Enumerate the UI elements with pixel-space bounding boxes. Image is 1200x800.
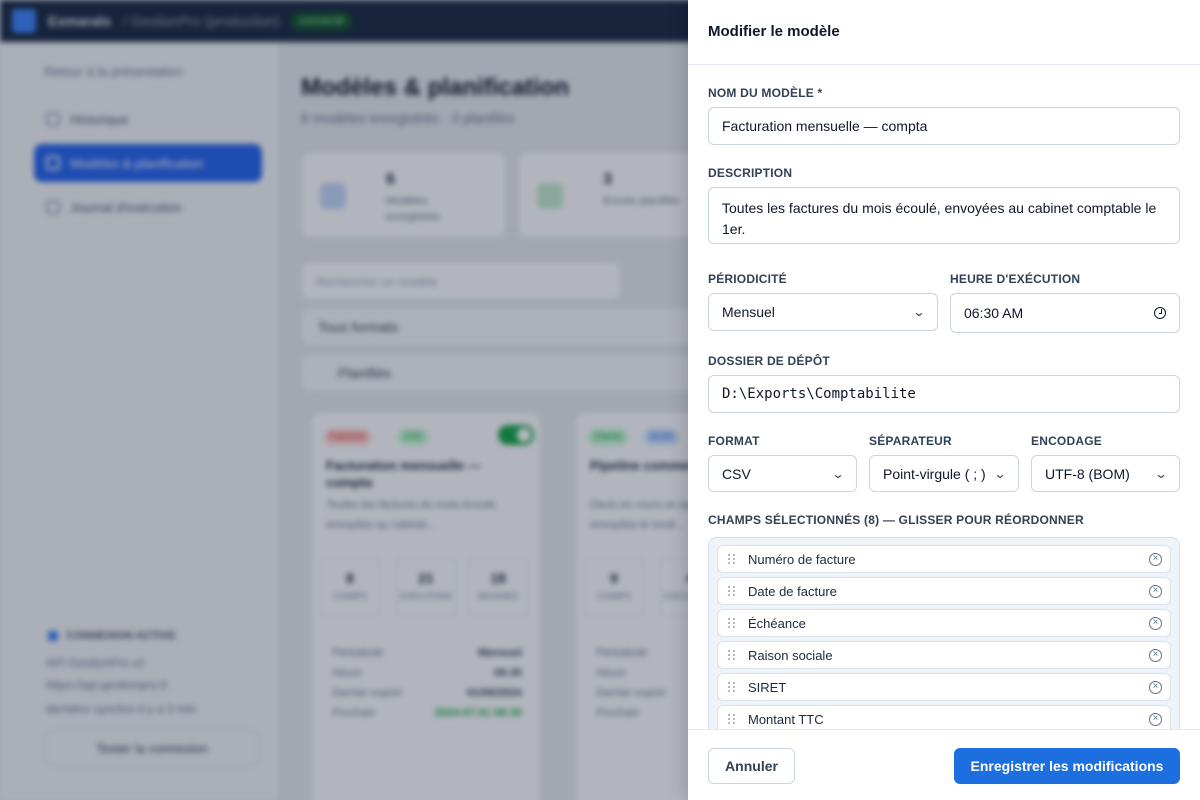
drag-handle-icon[interactable] bbox=[728, 650, 736, 661]
cancel-button[interactable]: Annuler bbox=[708, 748, 795, 784]
field-label: Échéance bbox=[748, 616, 806, 631]
time-value: 06:30 AM bbox=[964, 305, 1024, 321]
separator-select[interactable]: Point-virgule ( ; ) ⌄ bbox=[869, 455, 1019, 492]
list-item[interactable]: Montant TTC × bbox=[717, 705, 1171, 729]
folder-label: DOSSIER DE DÉPÔT bbox=[708, 354, 830, 368]
chevron-down-icon: ⌄ bbox=[1154, 466, 1168, 481]
field-label: Numéro de facture bbox=[748, 552, 856, 567]
selected-fields-list: Numéro de facture × Date de facture × Éc… bbox=[708, 537, 1180, 729]
clock-icon[interactable] bbox=[1154, 307, 1166, 319]
remove-icon[interactable]: × bbox=[1149, 553, 1162, 566]
list-item[interactable]: Échéance × bbox=[717, 609, 1171, 637]
chevron-down-icon: ⌄ bbox=[993, 466, 1007, 481]
name-label: NOM DU MODÈLE * bbox=[708, 86, 823, 100]
encoding-select[interactable]: UTF-8 (BOM) ⌄ bbox=[1031, 455, 1180, 492]
field-label: Montant TTC bbox=[748, 712, 824, 727]
format-value: CSV bbox=[722, 465, 751, 482]
drawer-title: Modifier le modèle bbox=[708, 23, 840, 40]
encoding-label: ENCODAGE bbox=[1031, 434, 1102, 448]
list-item[interactable]: Date de facture × bbox=[717, 577, 1171, 605]
list-item[interactable]: SIRET × bbox=[717, 673, 1171, 701]
periodicity-select[interactable]: Mensuel ⌄ bbox=[708, 293, 938, 331]
format-label: FORMAT bbox=[708, 434, 760, 448]
remove-icon[interactable]: × bbox=[1149, 649, 1162, 662]
drawer-header: Modifier le modèle bbox=[688, 0, 1200, 65]
drag-handle-icon[interactable] bbox=[728, 714, 736, 725]
field-label: Raison sociale bbox=[748, 648, 833, 663]
time-label: HEURE D'EXÉCUTION bbox=[950, 272, 1081, 286]
separator-value: Point-virgule ( ; ) bbox=[883, 465, 986, 482]
drag-handle-icon[interactable] bbox=[728, 586, 736, 597]
modal-backdrop[interactable] bbox=[0, 0, 688, 800]
drag-handle-icon[interactable] bbox=[728, 682, 736, 693]
field-label: SIRET bbox=[748, 680, 787, 695]
encoding-value: UTF-8 (BOM) bbox=[1045, 465, 1130, 482]
drag-handle-icon[interactable] bbox=[728, 554, 736, 565]
save-button[interactable]: Enregistrer les modifications bbox=[954, 748, 1180, 784]
folder-value: D:\Exports\Comptabilite bbox=[722, 386, 916, 402]
folder-input[interactable]: D:\Exports\Comptabilite bbox=[708, 375, 1180, 413]
periodicity-label: PÉRIODICITÉ bbox=[708, 272, 787, 286]
template-name-input[interactable]: Facturation mensuelle — compta bbox=[708, 107, 1180, 145]
chevron-down-icon: ⌄ bbox=[912, 305, 926, 319]
periodicity-value: Mensuel bbox=[722, 304, 775, 320]
field-label: Date de facture bbox=[748, 584, 837, 599]
selected-fields-label: CHAMPS SÉLECTIONNÉS (8) — GLISSER POUR R… bbox=[708, 513, 1084, 527]
description-label: DESCRIPTION bbox=[708, 166, 793, 180]
drag-handle-icon[interactable] bbox=[728, 618, 736, 629]
edit-template-drawer: Modifier le modèle NOM DU MODÈLE * Factu… bbox=[688, 0, 1200, 800]
drawer-footer: Annuler Enregistrer les modifications bbox=[688, 729, 1200, 800]
time-input[interactable]: 06:30 AM bbox=[950, 293, 1180, 333]
remove-icon[interactable]: × bbox=[1149, 681, 1162, 694]
list-item[interactable]: Raison sociale × bbox=[717, 641, 1171, 669]
list-item[interactable]: Numéro de facture × bbox=[717, 545, 1171, 573]
chevron-down-icon: ⌄ bbox=[831, 466, 845, 481]
remove-icon[interactable]: × bbox=[1149, 713, 1162, 726]
remove-icon[interactable]: × bbox=[1149, 617, 1162, 630]
remove-icon[interactable]: × bbox=[1149, 585, 1162, 598]
separator-label: SÉPARATEUR bbox=[869, 434, 952, 448]
template-name-value: Facturation mensuelle — compta bbox=[722, 118, 928, 134]
description-value: Toutes les factures du mois écoulé, envo… bbox=[722, 200, 1157, 237]
format-select[interactable]: CSV ⌄ bbox=[708, 455, 857, 492]
description-textarea[interactable]: Toutes les factures du mois écoulé, envo… bbox=[708, 187, 1180, 244]
